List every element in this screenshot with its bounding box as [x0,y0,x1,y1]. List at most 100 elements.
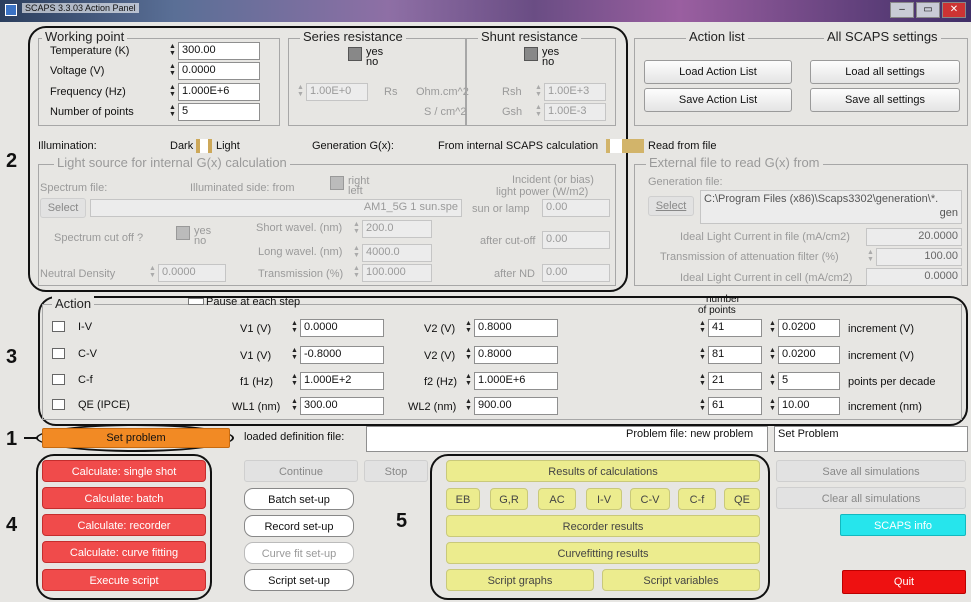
after-nd-input[interactable]: 0.00 [542,264,610,282]
generation-toggle-knob[interactable] [610,139,622,153]
number-of-points-input[interactable]: 5 [178,103,260,121]
number-of-points-spinner[interactable]: ▲ ▼ [168,104,177,120]
neutral-density-spinner[interactable]: ▲ ▼ [148,265,157,281]
neutral-density-input[interactable]: 0.0000 [158,264,226,282]
cv-checkbox[interactable] [52,348,65,359]
calculate-curve-fitting-button[interactable]: Calculate: curve fitting [42,541,206,563]
maximize-button[interactable]: ▭ [916,2,940,18]
cf-f1-spinner[interactable]: ▲ ▼ [290,373,299,389]
voltage-spinner[interactable]: ▲ ▼ [168,63,177,79]
pause-checkbox[interactable] [188,298,204,305]
voltage-input[interactable]: 0.0000 [178,62,260,80]
generation-file-path[interactable]: C:\Program Files (x86)\Scaps3302\generat… [700,190,962,224]
qe-wl2-spinner[interactable]: ▲ ▼ [464,398,473,414]
qe-checkbox[interactable] [52,399,65,410]
script-setup-button[interactable]: Script set-up [244,569,354,591]
curve-fit-setup-button[interactable]: Curve fit set-up [244,542,354,564]
frequency-input[interactable]: 1.000E+6 [178,83,260,101]
attenuation-spinner[interactable]: ▲ ▼ [866,249,875,265]
generation-select-button[interactable]: Select [648,196,694,216]
cv-points-spinner[interactable]: ▲ ▼ [698,347,707,363]
stop-button[interactable]: Stop [364,460,428,482]
script-graphs-button[interactable]: Script graphs [446,569,594,591]
qe-points-input[interactable]: 61 [708,397,762,415]
cv-v2-input[interactable]: 0.8000 [474,346,558,364]
iv-step-spinner[interactable]: ▲ ▼ [768,320,777,336]
execute-script-button[interactable]: Execute script [42,569,206,591]
attenuation-input[interactable]: 100.00 [876,248,962,266]
cf-f1-input[interactable]: 1.000E+2 [300,372,384,390]
iv-v2-input[interactable]: 0.8000 [474,319,558,337]
temperature-input[interactable]: 300.00 [178,42,260,60]
rs-spinner[interactable]: ▲ ▼ [296,84,305,100]
rsh-input[interactable]: 1.00E+3 [544,83,606,101]
qe-step-spinner[interactable]: ▲ ▼ [768,398,777,414]
qe-wl1-input[interactable]: 300.00 [300,397,384,415]
minimize-button[interactable]: – [890,2,914,18]
curvefitting-results-button[interactable]: Curvefitting results [446,542,760,564]
frequency-spinner[interactable]: ▲ ▼ [168,84,177,100]
cf-step-spinner[interactable]: ▲ ▼ [768,373,777,389]
set-problem-button[interactable]: Set problem [42,428,230,448]
rs-input[interactable]: 1.00E+0 [306,83,368,101]
results-tab-gr[interactable]: G,R [490,488,528,510]
iv-step-input[interactable]: 0.0200 [778,319,840,337]
results-tab-qe[interactable]: QE [724,488,760,510]
qe-step-input[interactable]: 10.00 [778,397,840,415]
save-action-list-button[interactable]: Save Action List [644,88,792,112]
save-all-simulations-button[interactable]: Save all simulations [776,460,966,482]
script-variables-button[interactable]: Script variables [602,569,760,591]
iv-v1-spinner[interactable]: ▲ ▼ [290,320,299,336]
temperature-spinner[interactable]: ▲ ▼ [168,43,177,59]
illumination-toggle-knob[interactable] [200,139,208,153]
quit-button[interactable]: Quit [842,570,966,594]
qe-wl1-spinner[interactable]: ▲ ▼ [290,398,299,414]
iv-points-spinner[interactable]: ▲ ▼ [698,320,707,336]
save-all-settings-button[interactable]: Save all settings [810,88,960,112]
results-tab-cv[interactable]: C-V [630,488,670,510]
spectrum-file-input[interactable]: AM1_5G 1 sun.spe [90,199,462,217]
cv-step-spinner[interactable]: ▲ ▼ [768,347,777,363]
ideal-light-cell-input[interactable]: 0.0000 [866,268,962,286]
cv-v2-spinner[interactable]: ▲ ▼ [464,347,473,363]
iv-v1-input[interactable]: 0.0000 [300,319,384,337]
cf-step-input[interactable]: 5 [778,372,840,390]
results-tab-cf[interactable]: C-f [678,488,716,510]
calculate-batch-button[interactable]: Calculate: batch [42,487,206,509]
load-all-settings-button[interactable]: Load all settings [810,60,960,84]
series-resistance-toggle[interactable] [348,47,362,61]
ideal-light-file-input[interactable]: 20.0000 [866,228,962,246]
transmission-spinner[interactable]: ▲ ▼ [352,265,361,281]
long-wavel-input[interactable]: 4000.0 [362,244,432,262]
batch-setup-button[interactable]: Batch set-up [244,488,354,510]
transmission-input[interactable]: 100.000 [362,264,432,282]
cv-v1-spinner[interactable]: ▲ ▼ [290,347,299,363]
after-cutoff-input[interactable]: 0.00 [542,231,610,249]
cf-f2-spinner[interactable]: ▲ ▼ [464,373,473,389]
shunt-resistance-toggle[interactable] [524,47,538,61]
cv-v1-input[interactable]: -0.8000 [300,346,384,364]
illuminated-side-toggle[interactable] [330,176,344,190]
short-wavel-spinner[interactable]: ▲ ▼ [352,221,361,237]
cv-step-input[interactable]: 0.0200 [778,346,840,364]
spectrum-cutoff-toggle[interactable] [176,226,190,240]
rsh-spinner[interactable]: ▲ ▼ [534,84,543,100]
cf-checkbox[interactable] [52,374,65,385]
qe-points-spinner[interactable]: ▲ ▼ [698,398,707,414]
continue-button[interactable]: Continue [244,460,358,482]
spectrum-select-button[interactable]: Select [40,198,86,218]
long-wavel-spinner[interactable]: ▲ ▼ [352,245,361,261]
clear-all-simulations-button[interactable]: Clear all simulations [776,487,966,509]
iv-checkbox[interactable] [52,321,65,332]
iv-v2-spinner[interactable]: ▲ ▼ [464,320,473,336]
recorder-results-button[interactable]: Recorder results [446,515,760,537]
cf-points-input[interactable]: 21 [708,372,762,390]
cf-f2-input[interactable]: 1.000E+6 [474,372,558,390]
results-tab-ac[interactable]: AC [538,488,576,510]
results-tab-eb[interactable]: EB [446,488,480,510]
iv-points-input[interactable]: 41 [708,319,762,337]
gsh-input[interactable]: 1.00E-3 [544,103,606,121]
scaps-info-button[interactable]: SCAPS info [840,514,966,536]
cv-points-input[interactable]: 81 [708,346,762,364]
qe-wl2-input[interactable]: 900.00 [474,397,558,415]
